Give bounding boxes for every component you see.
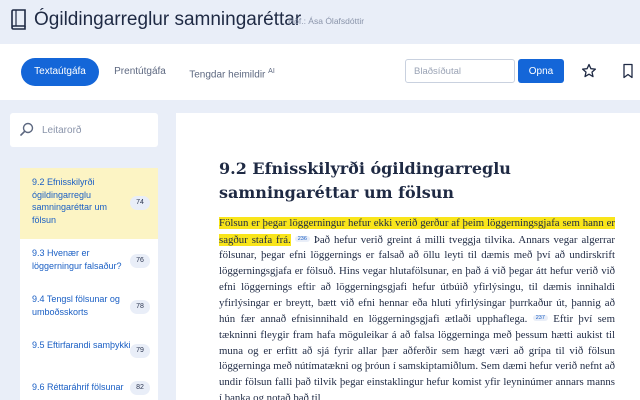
reader-content: 9.2 Efnisskilyrði ógildingarreglu samnin… [176,113,640,400]
tab-label: Textaútgáfa [34,66,86,77]
star-icon[interactable] [581,63,597,79]
book-icon [11,9,26,30]
search-box [10,113,158,147]
table-of-contents: 9.2 Efnisskilyrði ógildingarreglu samnin… [20,168,158,400]
toc-item-label: 9.6 Réttaráhrif fölsunar [32,382,124,392]
body-paragraph: Fölsun er þegar löggerningur hefur ekki … [219,216,615,400]
toc-item[interactable]: 9.5 Eftirfarandi samþykki 79 [20,331,158,373]
bookmark-icon[interactable] [620,63,636,79]
tab-print-edition[interactable]: Prentútgáfa [104,58,176,86]
open-page-button[interactable]: Opna [518,59,564,83]
search-icon [20,122,34,136]
chapter-title: 9.2 Efnisskilyrði ógildingarreglu samnin… [219,159,511,202]
toc-page-badge: 76 [130,254,150,268]
footnote-marker[interactable]: 237 [532,315,548,322]
toc-page-badge: 82 [130,381,150,395]
toc-item[interactable]: 9.2 Efnisskilyrði ógildingarreglu samnin… [20,168,158,239]
toc-page-badge: 79 [130,344,150,358]
footnote-marker[interactable]: 236 [294,235,310,242]
search-input[interactable] [42,121,152,139]
ai-badge: AI [268,68,275,75]
app-header: Ógildingarreglur samningaréttar Höf.: Ás… [0,0,640,44]
page-number-input[interactable] [405,59,515,83]
tab-related-sources[interactable]: Tengdar heimildir AI [180,58,284,86]
toc-item[interactable]: 9.6 Réttaráhrif fölsunar 82 [20,373,158,400]
paragraph-text: Það hefur verið greint á milli tveggja t… [219,233,616,326]
tab-label: Prentútgáfa [114,66,166,77]
toc-page-badge: 78 [130,300,150,314]
tab-text-edition[interactable]: Textaútgáfa [21,58,99,86]
toc-item[interactable]: 9.3 Hvenær er löggerningur falsaður? 76 [20,239,158,285]
toc-item-label: 9.5 Eftirfarandi samþykki [32,340,131,350]
toc-item[interactable]: 9.4 Tengsl fölsunar og umboðsskorts 78 [20,285,158,331]
author-label: Höf.: Ása Ólafsdóttir [288,16,365,26]
toolbar: Textaútgáfa Prentútgáfa Tengdar heimildi… [0,44,640,100]
toc-page-badge: 74 [130,196,150,210]
toc-item-label: 9.2 Efnisskilyrði ógildingarreglu samnin… [32,177,108,225]
toc-item-label: 9.3 Hvenær er löggerningur falsaður? [32,248,122,271]
toc-item-label: 9.4 Tengsl fölsunar og umboðsskorts [32,294,120,317]
book-title: Ógildingarreglur samningaréttar [34,9,302,30]
tab-label: Tengdar heimildir [189,69,266,81]
paragraph-text: Eftir því sem tækninni fleygir fram hafa… [219,313,615,400]
